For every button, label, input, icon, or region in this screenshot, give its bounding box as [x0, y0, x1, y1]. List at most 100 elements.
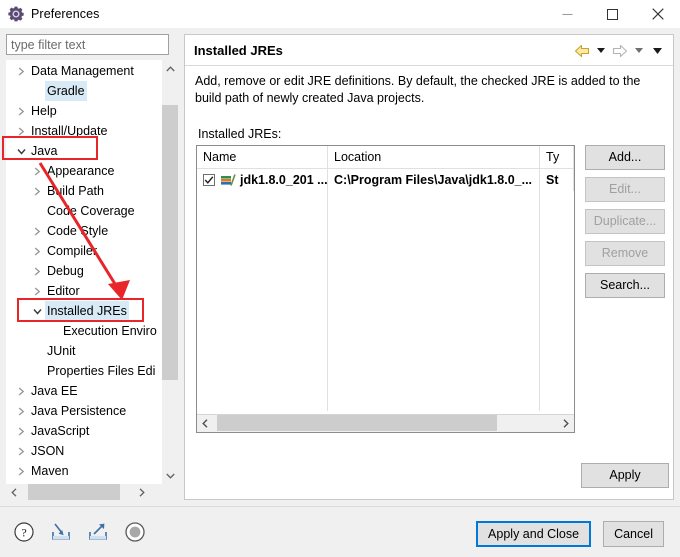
sidebar-item-properties-files-edi[interactable]: Properties Files Edi — [7, 361, 162, 381]
scroll-left-icon[interactable] — [6, 484, 22, 500]
table-empty-row — [197, 367, 574, 389]
sidebar-item-help[interactable]: Help — [7, 101, 162, 121]
sidebar-item-debug[interactable]: Debug — [7, 261, 162, 281]
table-hscroll-thumb[interactable] — [217, 415, 497, 431]
sidebar-item-data-management[interactable]: Data Management — [7, 61, 162, 81]
column-header-type[interactable]: Ty — [540, 146, 574, 168]
sidebar-item-code-style[interactable]: Code Style — [7, 221, 162, 241]
table-row[interactable]: jdk1.8.0_201 ... C:\Program Files\Java\jd… — [197, 169, 574, 191]
chevron-right-icon[interactable] — [13, 406, 29, 416]
close-button[interactable] — [635, 0, 680, 28]
back-arrow-icon[interactable] — [572, 44, 592, 58]
sidebar-item-label: JavaScript — [31, 424, 90, 438]
table-scroll-right-icon[interactable] — [558, 415, 574, 431]
window-controls — [545, 0, 680, 28]
sidebar-item-install-update[interactable]: Install/Update — [7, 121, 162, 141]
table-empty-row — [197, 345, 574, 367]
sidebar-item-code-coverage[interactable]: Code Coverage — [7, 201, 162, 221]
chevron-right-icon[interactable] — [13, 446, 29, 456]
column-header-name[interactable]: Name — [197, 146, 328, 168]
table-horizontal-scrollbar[interactable] — [197, 414, 574, 432]
export-icon[interactable] — [87, 521, 109, 543]
sidebar-item-label: Appearance — [47, 164, 115, 178]
maximize-button[interactable] — [590, 0, 635, 28]
sidebar-item-build-path[interactable]: Build Path — [7, 181, 162, 201]
sidebar-item-json[interactable]: JSON — [7, 441, 162, 461]
sidebar-item-label: Execution Enviro — [63, 324, 157, 338]
chevron-right-icon[interactable] — [13, 66, 29, 76]
table-empty-row — [197, 235, 574, 257]
chevron-right-icon[interactable] — [13, 386, 29, 396]
sidebar-item-java-ee[interactable]: Java EE — [7, 381, 162, 401]
chevron-right-icon[interactable] — [29, 226, 45, 236]
sidebar-item-label: Gradle — [45, 81, 87, 101]
scroll-up-icon[interactable] — [162, 60, 178, 77]
sidebar-item-java[interactable]: Java — [7, 141, 162, 161]
gear-icon — [8, 6, 24, 22]
installed-jres-table[interactable]: Name Location Ty jdk1.8.0_201 ... C:\Prog… — [196, 145, 575, 433]
help-icon[interactable]: ? — [13, 521, 35, 543]
chevron-right-icon[interactable] — [13, 426, 29, 436]
sidebar-item-execution-enviro[interactable]: Execution Enviro — [7, 321, 162, 341]
sidebar-item-appearance[interactable]: Appearance — [7, 161, 162, 181]
sidebar-item-label: Debug — [47, 264, 84, 278]
cancel-button[interactable]: Cancel — [603, 521, 664, 547]
sidebar-item-compiler[interactable]: Compiler — [7, 241, 162, 261]
jre-checkbox[interactable] — [203, 174, 215, 186]
sidebar-item-label: Help — [31, 104, 57, 118]
chevron-right-icon[interactable] — [29, 246, 45, 256]
dialog-action-buttons: Apply and Close Cancel — [476, 521, 664, 547]
forward-arrow-icon — [610, 44, 630, 58]
chevron-right-icon[interactable] — [29, 286, 45, 296]
sidebar-hscroll-thumb[interactable] — [28, 484, 120, 500]
sidebar-item-installed-jres[interactable]: Installed JREs — [7, 301, 162, 321]
minimize-button[interactable] — [545, 0, 590, 28]
sidebar-item-junit[interactable]: JUnit — [7, 341, 162, 361]
chevron-right-icon[interactable] — [13, 126, 29, 136]
sidebar-item-gradle[interactable]: Gradle — [7, 81, 162, 101]
search-button[interactable]: Search... — [585, 273, 665, 298]
footer-icon-strip: ? — [13, 521, 146, 543]
preferences-tree[interactable]: Data Management Gradle Help Install/Update J… — [6, 60, 177, 484]
preferences-dialog-body: Data Management Gradle Help Install/Update J… — [0, 28, 680, 506]
restore-defaults-icon[interactable] — [124, 521, 146, 543]
scroll-right-icon[interactable] — [134, 484, 150, 500]
chevron-down-icon[interactable] — [13, 148, 29, 155]
remove-button: Remove — [585, 241, 665, 266]
view-menu-icon[interactable] — [648, 47, 667, 54]
apply-button[interactable]: Apply — [581, 463, 669, 488]
preferences-sidebar: Data Management Gradle Help Install/Update J… — [6, 34, 178, 500]
sidebar-scroll-thumb[interactable] — [162, 105, 178, 380]
sidebar-item-editor[interactable]: Editor — [7, 281, 162, 301]
chevron-down-icon[interactable] — [29, 308, 45, 315]
sidebar-item-java-persistence[interactable]: Java Persistence — [7, 401, 162, 421]
apply-and-close-button[interactable]: Apply and Close — [476, 521, 592, 547]
forward-dropdown-icon[interactable] — [630, 48, 648, 53]
sidebar-vertical-scrollbar[interactable] — [162, 60, 178, 484]
edit-button: Edit... — [585, 177, 665, 202]
sidebar-horizontal-scrollbar[interactable] — [6, 484, 177, 500]
sidebar-item-label: JUnit — [47, 344, 76, 358]
table-empty-row — [197, 213, 574, 235]
window-titlebar: Preferences — [0, 0, 680, 28]
window-title: Preferences — [31, 7, 100, 21]
import-icon[interactable] — [50, 521, 72, 543]
panel-description: Add, remove or edit JRE definitions. By … — [195, 74, 641, 105]
chevron-right-icon[interactable] — [13, 106, 29, 116]
back-dropdown-icon[interactable] — [592, 48, 610, 53]
table-empty-row — [197, 191, 574, 213]
scroll-down-icon[interactable] — [162, 467, 178, 484]
chevron-right-icon[interactable] — [13, 466, 29, 476]
column-header-location[interactable]: Location — [328, 146, 540, 168]
chevron-right-icon[interactable] — [29, 186, 45, 196]
add-button[interactable]: Add... — [585, 145, 665, 170]
filter-input[interactable] — [6, 34, 169, 55]
table-empty-row — [197, 279, 574, 301]
sidebar-item-javascript[interactable]: JavaScript — [7, 421, 162, 441]
table-scroll-left-icon[interactable] — [197, 415, 213, 431]
installed-jres-panel: Installed JREs Add, remove or edit JRE d… — [184, 34, 674, 500]
jre-icon — [220, 173, 236, 187]
chevron-right-icon[interactable] — [29, 266, 45, 276]
sidebar-item-maven[interactable]: Maven — [7, 461, 162, 481]
chevron-right-icon[interactable] — [29, 166, 45, 176]
